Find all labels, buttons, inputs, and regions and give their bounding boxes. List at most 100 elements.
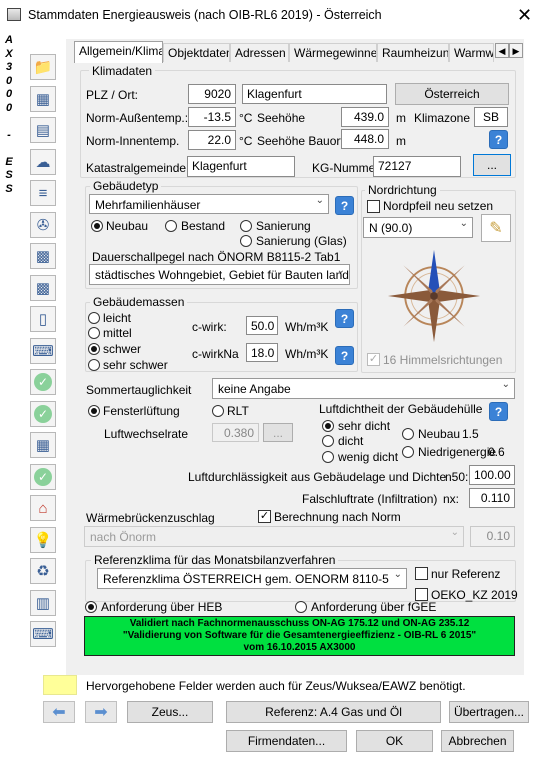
arrow-left-icon[interactable]: ⬅ — [43, 701, 75, 723]
referenz-button[interactable]: Referenz: A.4 Gas und Öl — [226, 701, 441, 723]
house-button[interactable]: ⌂ — [30, 495, 56, 521]
nx-label: nx: — [443, 492, 460, 506]
help-icon-luftdicht[interactable]: ? — [489, 402, 508, 421]
sommer-select[interactable]: keine Angabe ⌄ — [212, 378, 515, 399]
tab-waermegewinne[interactable]: Wärmegewinne — [289, 43, 377, 62]
schwer-radio[interactable] — [88, 343, 100, 355]
arrow-right-icon[interactable]: ➡ — [85, 701, 117, 723]
neubau-luft-radio[interactable] — [402, 428, 414, 440]
document-add-button[interactable]: ▦ — [30, 432, 56, 458]
chevron-down-icon: ⌄ — [315, 195, 324, 206]
wenig-dicht-radio[interactable] — [322, 451, 334, 463]
tab-scroll-right-icon[interactable]: ▶ — [509, 43, 523, 58]
lightbulb-button[interactable]: 💡 — [30, 526, 56, 553]
strip-char: 3 — [5, 61, 13, 73]
nordpfeil-checkbox[interactable] — [367, 200, 380, 213]
tab-warmwasser[interactable]: Warmw — [449, 43, 494, 62]
seehoehe-bauort-field[interactable]: 448.0 — [341, 129, 389, 149]
help-icon-cwirk[interactable]: ? — [335, 309, 354, 328]
anforderung-heb-radio[interactable] — [85, 601, 97, 613]
weather-button[interactable]: ☁ — [30, 148, 56, 175]
solar-panel-2-button[interactable]: ▩ — [30, 274, 56, 301]
pencil-edit-button[interactable]: ✎ — [481, 214, 511, 242]
check-button[interactable]: ✓ — [30, 463, 56, 490]
help-icon-cwirkna[interactable]: ? — [335, 346, 354, 365]
keyboard-button[interactable]: ⌨ — [30, 337, 56, 364]
innentemp-field[interactable]: 22.0 — [188, 130, 236, 150]
tab-raumheizung[interactable]: Raumheizung — [377, 43, 449, 62]
himmelsrichtungen-checkbox[interactable]: ✓ — [367, 353, 380, 366]
check-button[interactable]: ✓ — [30, 400, 56, 427]
close-icon[interactable]: ✕ — [517, 5, 532, 26]
gebaeudetyp-select[interactable]: Mehrfamilienhäuser ⌄ — [89, 194, 329, 214]
anforderung-fgee-radio[interactable] — [295, 601, 307, 613]
building-button[interactable]: ▥ — [30, 589, 56, 616]
berechnung-checkbox[interactable]: ✓ — [258, 510, 271, 523]
mittel-radio[interactable] — [88, 327, 100, 339]
nordrichtung-select[interactable]: N (90.0) ⌄ — [363, 217, 473, 238]
waermebruecke-value: nach Önorm — [90, 530, 157, 544]
zeus-button[interactable]: Zeus... — [127, 701, 213, 723]
niedrigenergie-radio[interactable] — [402, 446, 414, 458]
pump-button[interactable]: ✇ — [30, 211, 56, 238]
sehr-dicht-radio[interactable] — [322, 420, 334, 432]
leicht-radio[interactable] — [88, 312, 100, 324]
luftwechsel-field[interactable]: 0.380 — [212, 423, 259, 442]
kg-field[interactable]: 72127 — [373, 156, 461, 177]
rlt-radio[interactable] — [212, 405, 224, 417]
contact-card-button[interactable]: ▤ — [30, 117, 56, 143]
katastral-label: Katastralgemeinde — [86, 161, 187, 175]
help-icon-klima[interactable]: ? — [489, 130, 508, 149]
keyboard-button[interactable]: ⌨ — [30, 621, 56, 647]
klimazone-field[interactable]: SB — [474, 107, 508, 127]
tab-allgemein-klima[interactable]: Allgemein/Klima — [74, 41, 163, 63]
nx-field[interactable]: 0.110 — [469, 488, 515, 508]
boiler-button[interactable]: ▯ — [30, 306, 56, 332]
seehoehe-bauort-unit: m — [396, 134, 406, 148]
neubau-radio[interactable] — [91, 220, 103, 232]
sanierung-radio[interactable] — [240, 220, 252, 232]
sehr-schwer-radio[interactable] — [88, 359, 100, 371]
waermebruecke-select[interactable]: nach Önorm ⌄ — [84, 526, 464, 547]
validation-line-3: vom 16.10.2015 AX3000 — [243, 642, 356, 653]
radiator-button[interactable]: ≡ — [30, 180, 56, 206]
referenzklima-select[interactable]: Referenzklima ÖSTERREICH gem. OENORM 811… — [97, 568, 407, 589]
seehoehe-field[interactable]: 439.0 — [341, 107, 389, 127]
help-icon-gebaeudetyp[interactable]: ? — [335, 196, 354, 215]
cwirkna-label: c-wirkNa — [192, 347, 239, 361]
firmendaten-button[interactable]: Firmendaten... — [226, 730, 347, 752]
plz-field[interactable]: 9020 — [188, 84, 236, 104]
uebertragen-button[interactable]: Übertragen... — [449, 701, 529, 723]
tab-adressen[interactable]: Adressen — [230, 43, 289, 62]
waermebruecke-field[interactable]: 0.10 — [470, 526, 515, 547]
dicht-radio[interactable] — [322, 435, 334, 447]
bestand-radio[interactable] — [165, 220, 177, 232]
kg-search-button[interactable]: ... — [473, 154, 511, 176]
country-button[interactable]: Österreich — [395, 83, 509, 105]
calculator-button[interactable]: ▦ — [30, 85, 56, 112]
luftwechsel-button[interactable]: ... — [263, 423, 293, 442]
tab-scroll-left-icon[interactable]: ◀ — [495, 43, 509, 58]
strip-char: E — [5, 155, 13, 168]
tab-objektdaten[interactable]: Objektdaten — [163, 43, 230, 62]
ok-button[interactable]: OK — [356, 730, 433, 752]
fensterlueftung-radio[interactable] — [88, 405, 100, 417]
cwirkna-unit: Wh/m³K — [285, 347, 329, 361]
dauerschall-select[interactable]: städtisches Wohngebiet, Gebiet für Baute… — [89, 264, 350, 285]
sanierung-glas-radio[interactable] — [240, 235, 252, 247]
nordrichtung-legend: Nordrichtung — [365, 183, 440, 197]
compass-rose-icon — [387, 249, 481, 343]
nur-referenz-checkbox[interactable] — [415, 567, 428, 580]
solar-panel-button[interactable]: ▩ — [30, 243, 56, 269]
katastral-field[interactable]: Klagenfurt — [187, 156, 295, 177]
cwirkna-field[interactable]: 18.0 — [246, 343, 278, 362]
cwirk-field[interactable]: 50.0 — [246, 316, 278, 335]
check-button[interactable]: ✓ — [30, 369, 56, 395]
aussentemp-field[interactable]: -13.5 — [188, 107, 236, 127]
abbrechen-button[interactable]: Abbrechen — [441, 730, 514, 752]
n50-field[interactable]: 100.00 — [469, 465, 515, 485]
solar-panel-2-icon: ▩ — [35, 279, 51, 297]
folder-button[interactable]: 📁 — [30, 54, 56, 80]
recycle-button[interactable]: ♻ — [30, 558, 56, 584]
ort-field[interactable]: Klagenfurt — [242, 84, 387, 104]
